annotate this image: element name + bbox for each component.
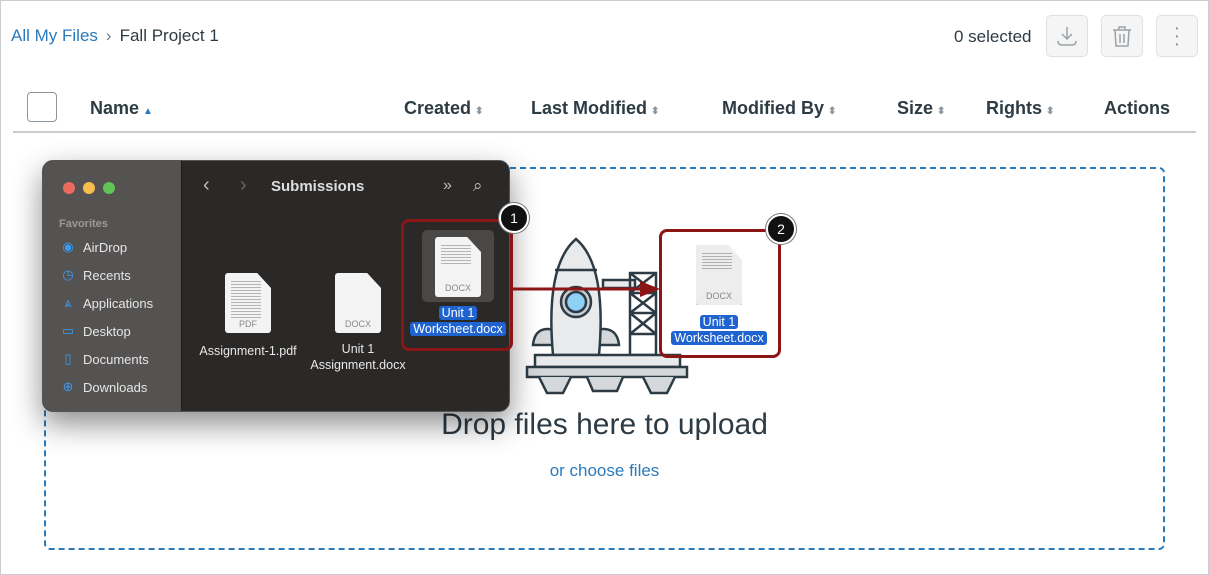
more-toolbar-icon[interactable]: » xyxy=(443,177,452,195)
applications-icon: ⩓ xyxy=(64,295,72,310)
drag-arrow xyxy=(510,281,660,297)
header-divider xyxy=(13,131,1196,133)
sidebar-item-airdrop[interactable]: ◉ AirDrop xyxy=(61,239,127,255)
forward-button[interactable]: › xyxy=(240,174,247,197)
breadcrumb-all-my-files[interactable]: All My Files xyxy=(11,26,98,46)
breadcrumb: All My Files › Fall Project 1 xyxy=(11,26,219,46)
download-button[interactable] xyxy=(1046,15,1088,57)
select-all-checkbox[interactable] xyxy=(27,92,57,122)
finder-title: Submissions xyxy=(271,178,365,195)
docx-file-icon: DOCX xyxy=(335,273,381,333)
callout-box-1 xyxy=(401,219,513,351)
sidebar-item-recents[interactable]: ◷ Recents xyxy=(61,267,130,283)
close-window-button[interactable] xyxy=(63,182,75,194)
callout-badge-1: 1 xyxy=(499,203,529,233)
column-created[interactable]: Created ⬍ xyxy=(404,98,483,119)
minimize-window-button[interactable] xyxy=(83,182,95,194)
callout-box-2 xyxy=(659,229,781,358)
column-name[interactable]: Name ▲ xyxy=(90,98,153,119)
delete-button[interactable] xyxy=(1101,15,1143,57)
column-modified-by[interactable]: Modified By ⬍ xyxy=(722,98,836,119)
more-options-button[interactable]: · · · xyxy=(1156,15,1198,57)
column-actions: Actions xyxy=(1104,98,1171,118)
sidebar-item-documents[interactable]: ▯ Documents xyxy=(61,351,148,367)
sidebar-item-desktop[interactable]: ▭ Desktop xyxy=(61,323,131,339)
zoom-window-button[interactable] xyxy=(103,182,115,194)
column-size[interactable]: Size ⬍ xyxy=(897,98,945,119)
breadcrumb-current: Fall Project 1 xyxy=(119,26,219,45)
desktop-icon: ▭ xyxy=(61,323,75,338)
search-icon[interactable]: ⌕ xyxy=(473,176,483,196)
clock-icon: ◷ xyxy=(62,267,74,282)
trash-icon xyxy=(1113,26,1131,47)
choose-files-link[interactable]: or choose files xyxy=(0,461,1209,481)
favorites-heading: Favorites xyxy=(59,218,108,230)
column-rights[interactable]: Rights ⬍ xyxy=(986,98,1054,119)
document-icon: ▯ xyxy=(64,351,72,366)
dropzone-title: Drop files here to upload xyxy=(441,408,768,441)
pdf-file-icon: PDF xyxy=(225,273,271,333)
sidebar-item-applications[interactable]: ⩓ Applications xyxy=(61,295,153,311)
callout-badge-2: 2 xyxy=(766,214,796,244)
selected-count: 0 selected xyxy=(954,27,1032,46)
chevron-right-icon: › xyxy=(105,26,112,45)
column-last-modified[interactable]: Last Modified ⬍ xyxy=(531,98,659,119)
download-icon xyxy=(1057,27,1077,46)
sidebar-item-downloads[interactable]: ⊕ Downloads xyxy=(61,379,148,395)
back-button[interactable]: ‹ xyxy=(203,174,210,197)
more-vertical-icon: · · · xyxy=(1173,17,1181,55)
finder-sidebar: Favorites ◉ AirDrop ◷ Recents ⩓ Application… xyxy=(43,161,182,411)
airdrop-icon: ◉ xyxy=(62,239,74,254)
download-circle-icon: ⊕ xyxy=(62,379,74,394)
